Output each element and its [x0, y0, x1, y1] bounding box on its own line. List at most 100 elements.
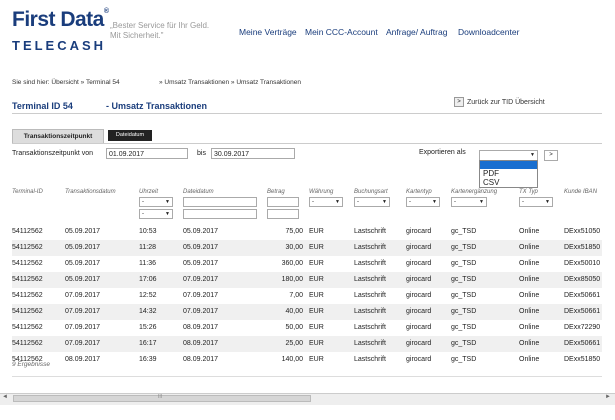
- table-cell: DExx51050: [564, 228, 601, 235]
- tab-transaktionszeitpunkt[interactable]: Transaktionszeitpunkt: [12, 129, 104, 144]
- col-betrag[interactable]: Betrag: [267, 189, 285, 195]
- col-kartenergaenzung[interactable]: Kartenergänzung: [451, 189, 497, 195]
- filter-buchungsart[interactable]: - ▼: [354, 197, 390, 207]
- table-cell: Lastschrift: [354, 340, 386, 347]
- dropdown-option-empty[interactable]: [480, 161, 537, 169]
- table-cell: 54112562: [12, 324, 43, 331]
- col-kunde-iban[interactable]: Kunde IBAN: [564, 189, 597, 195]
- table-cell: Online: [519, 308, 540, 315]
- breadcrumb-terminal[interactable]: Terminal 54: [86, 79, 120, 86]
- scroll-right-icon[interactable]: ►: [605, 394, 611, 400]
- filter-dateidatum-to[interactable]: [183, 209, 257, 219]
- table-row[interactable]: 54112562 07.09.2017 16:17 08.09.2017 25,00 EU…: [12, 336, 602, 352]
- table-row[interactable]: 54112562 07.09.2017 14:32 07.09.2017 40,00 EU…: [12, 304, 602, 320]
- table-cell: 08.09.2017: [183, 340, 219, 347]
- col-waehrung[interactable]: Währung: [309, 189, 333, 195]
- table-cell: 07.09.2017: [65, 324, 101, 331]
- table-cell: 05.09.2017: [65, 260, 101, 267]
- col-kartentyp[interactable]: Kartentyp: [406, 189, 432, 195]
- table-cell: girocard: [406, 356, 432, 363]
- table-cell: 08.09.2017: [65, 356, 101, 363]
- table-cell: EUR: [309, 276, 324, 283]
- filter-dateidatum-from[interactable]: [183, 197, 257, 207]
- col-terminal-id[interactable]: Terminal-ID: [12, 189, 43, 195]
- filter-waehrung[interactable]: - ▼: [309, 197, 343, 207]
- footer-divider: [12, 376, 602, 377]
- table-cell: 08.09.2017: [183, 324, 219, 331]
- filter-betrag-from[interactable]: [267, 197, 299, 207]
- page-title-name: - Umsatz Transaktionen: [106, 101, 208, 111]
- table-cell: 11:36: [139, 260, 156, 267]
- table-row[interactable]: 54112562 05.09.2017 17:06 07.09.2017 180,00 E…: [12, 272, 602, 288]
- chevron-right-icon: >: [454, 97, 464, 107]
- scroll-left-icon[interactable]: ◄: [2, 394, 8, 400]
- from-date-input[interactable]: 01.09.2017: [106, 148, 188, 159]
- table-cell: girocard: [406, 308, 432, 315]
- breadcrumb-overview[interactable]: Übersicht »: [51, 79, 84, 86]
- first-data-logo: First Data®: [12, 8, 109, 31]
- table-cell: EUR: [309, 324, 324, 331]
- table-row[interactable]: 54112562 07.09.2017 12:52 07.09.2017 7,00 EUR…: [12, 288, 602, 304]
- table-cell: 54112562: [12, 276, 43, 283]
- table-cell: EUR: [309, 244, 324, 251]
- table-cell: girocard: [406, 260, 432, 267]
- col-uhrzeit[interactable]: Uhrzeit: [139, 189, 158, 195]
- breadcrumb-prefix: Sie sind hier:: [12, 79, 50, 86]
- chevron-down-icon: ▼: [165, 211, 170, 217]
- table-cell: gc_TSD: [451, 308, 477, 315]
- table-cell: 05.09.2017: [183, 260, 219, 267]
- col-transaktionsdatum[interactable]: Transaktionsdatum: [65, 189, 116, 195]
- dropdown-option-pdf[interactable]: PDF: [480, 169, 537, 178]
- table-cell: 15:26: [139, 324, 157, 331]
- table-cell: Online: [519, 324, 540, 331]
- filter-uhrzeit-to[interactable]: - ▼: [139, 209, 173, 219]
- filter-tx-typ[interactable]: - ▼: [519, 197, 553, 207]
- table-cell: gc_TSD: [451, 276, 477, 283]
- table-cell: EUR: [309, 292, 324, 299]
- table-cell: 54112562: [12, 244, 43, 251]
- nav-anfrage-auftrag[interactable]: Anfrage/ Auftrag: [386, 27, 447, 37]
- table-cell: 50,00: [285, 324, 303, 331]
- table-cell: 30,00: [285, 244, 303, 251]
- filter-betrag-to[interactable]: [267, 209, 299, 219]
- table-cell: DExx50661: [564, 292, 601, 299]
- table-cell: gc_TSD: [451, 356, 477, 363]
- nav-downloadcenter[interactable]: Downloadcenter: [458, 27, 519, 37]
- export-go-button[interactable]: >: [544, 150, 558, 161]
- table-cell: EUR: [309, 340, 324, 347]
- nav-meine-vertraege[interactable]: Meine Verträge: [239, 27, 297, 37]
- filter-kartentyp[interactable]: - ▼: [406, 197, 440, 207]
- tab-dateidatum[interactable]: Dateidatum: [108, 130, 152, 141]
- back-to-tid-button[interactable]: > Zurück zur TID Übersicht: [454, 97, 545, 109]
- col-tx-typ[interactable]: TX Typ: [519, 189, 538, 195]
- export-dropdown-list: PDF CSV: [479, 160, 538, 188]
- table-cell: EUR: [309, 260, 324, 267]
- table-row[interactable]: 54112562 05.09.2017 11:36 05.09.2017 360,00 E…: [12, 256, 602, 272]
- table-cell: Lastschrift: [354, 324, 386, 331]
- to-date-input[interactable]: 30.09.2017: [211, 148, 295, 159]
- chevron-down-icon: ▼: [479, 199, 484, 205]
- table-cell: 54112562: [12, 308, 43, 315]
- filter-uhrzeit-from[interactable]: - ▼: [139, 197, 173, 207]
- table-cell: Online: [519, 244, 540, 251]
- table-cell: girocard: [406, 276, 432, 283]
- filter-kartenergaenzung[interactable]: - ▼: [451, 197, 487, 207]
- table-cell: 54112562: [12, 260, 43, 267]
- table-row[interactable]: 54112562 05.09.2017 11:28 05.09.2017 30,00 EU…: [12, 240, 602, 256]
- col-buchungsart[interactable]: Buchungsart: [354, 189, 388, 195]
- table-cell: Online: [519, 228, 540, 235]
- table-cell: 08.09.2017: [183, 356, 219, 363]
- nav-ccc-account[interactable]: Mein CCC-Account: [305, 27, 378, 37]
- table-cell: DExx50661: [564, 308, 601, 315]
- col-dateidatum[interactable]: Dateidatum: [183, 189, 214, 195]
- table-cell: Lastschrift: [354, 244, 386, 251]
- table-row[interactable]: 54112562 08.09.2017 16:39 08.09.2017 140,00 E…: [12, 352, 602, 368]
- table-row[interactable]: 54112562 05.09.2017 10:53 05.09.2017 75,00 EU…: [12, 224, 602, 240]
- slogan: „Bester Service für Ihr Geld. Mit Sicher…: [110, 21, 210, 40]
- table-cell: Lastschrift: [354, 228, 386, 235]
- table-cell: 12:52: [139, 292, 157, 299]
- table-cell: gc_TSD: [451, 292, 477, 299]
- table-cell: Lastschrift: [354, 292, 386, 299]
- table-row[interactable]: 54112562 07.09.2017 15:26 08.09.2017 50,00 EU…: [12, 320, 602, 336]
- dropdown-option-csv[interactable]: CSV: [480, 178, 537, 187]
